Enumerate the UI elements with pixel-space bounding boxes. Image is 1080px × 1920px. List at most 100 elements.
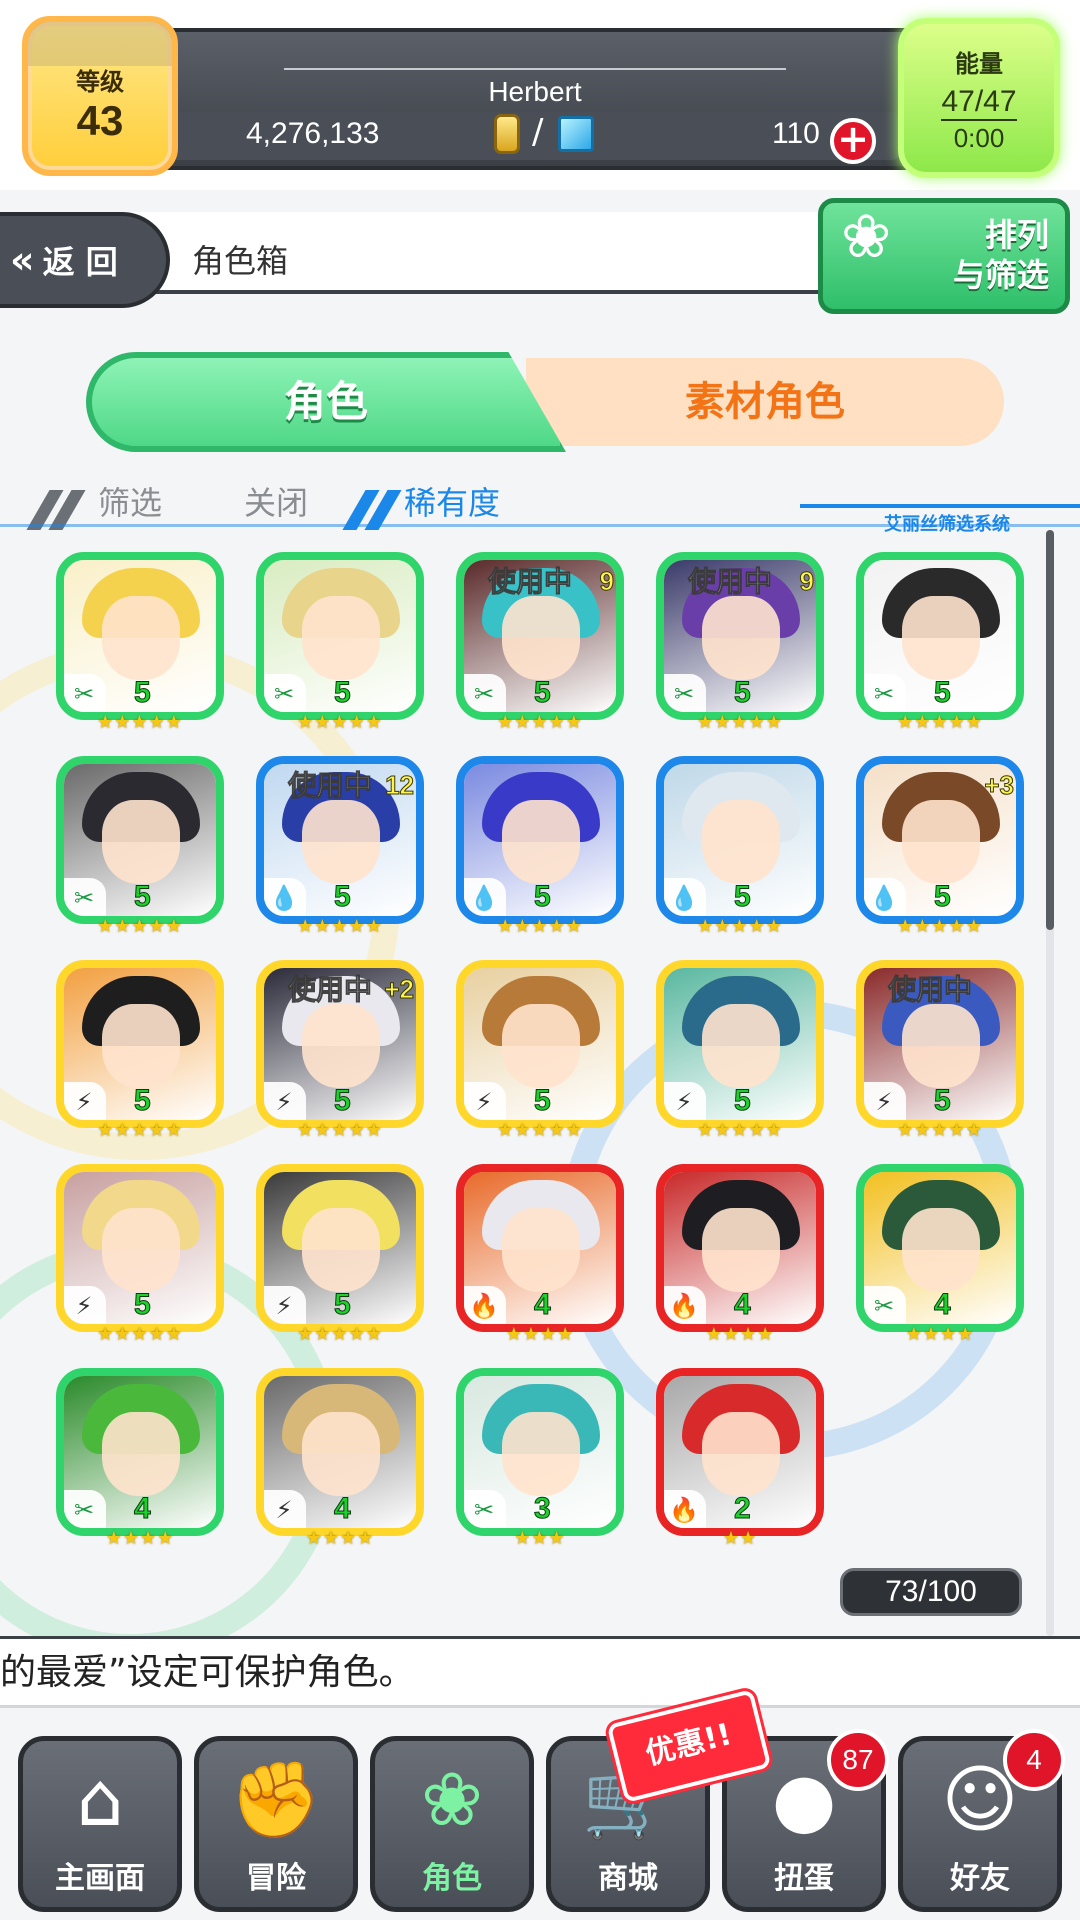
bonus-value: +2 — [384, 974, 415, 1005]
star-rating: ★★★★★ — [497, 712, 583, 733]
character-face — [902, 596, 980, 680]
character-card[interactable]: ⚡ 5 — [656, 960, 824, 1128]
character-card[interactable]: ✂ 5 使用中 9 — [656, 552, 824, 720]
wood-element-icon: ✂ — [864, 674, 906, 712]
character-card[interactable]: 💧 5 — [656, 756, 824, 924]
nav-label: 商城 — [598, 1861, 658, 1896]
star-rating: ★★ — [722, 1528, 758, 1549]
filter-system-label: 艾丽丝筛选系统 — [884, 514, 1010, 535]
tab-material-characters[interactable]: 素材角色 — [526, 358, 1004, 446]
nav-label: 扭蛋 — [774, 1861, 834, 1896]
character-rank: 5 — [934, 676, 952, 710]
star-rating: ★★★★★ — [297, 1120, 383, 1141]
character-rank: 4 — [134, 1492, 152, 1526]
character-card[interactable]: ⚡ 5 — [56, 960, 224, 1128]
character-rank: 5 — [734, 880, 752, 914]
water-element-icon: 💧 — [664, 878, 706, 916]
character-card[interactable]: ✂ 5 使用中 9 — [456, 552, 624, 720]
character-card[interactable]: ✂ 5 — [256, 552, 424, 720]
nav-label: 角色 — [422, 1861, 482, 1896]
star-rating: ★★★★ — [505, 1324, 575, 1345]
character-card[interactable]: ✂ 5 — [56, 552, 224, 720]
buy-gems-button[interactable]: + — [830, 118, 876, 164]
character-card[interactable]: ⚡ 5 — [456, 960, 624, 1128]
character-rank: 5 — [134, 1288, 152, 1322]
wood-element-icon: ✂ — [64, 878, 106, 916]
coin-icon — [494, 114, 520, 154]
character-rank: 5 — [134, 880, 152, 914]
light-element-icon: ⚡ — [464, 1082, 506, 1120]
star-rating: ★★★ — [514, 1528, 566, 1549]
sort-rarity-label[interactable]: 稀有度 — [404, 478, 500, 524]
filter-accent-line — [800, 504, 1080, 508]
light-element-icon: ⚡ — [264, 1286, 306, 1324]
character-face — [902, 1004, 980, 1088]
star-rating: ★★★★★ — [97, 1324, 183, 1345]
star-rating: ★★★★★ — [897, 916, 983, 937]
star-rating: ★★★★★ — [697, 1120, 783, 1141]
character-card[interactable]: 🔥 2 — [656, 1368, 824, 1536]
wood-element-icon: ✂ — [264, 674, 306, 712]
character-card[interactable]: 💧 5 使用中 12 — [256, 756, 424, 924]
nav-friends[interactable]: ☺ 好友 4 — [898, 1729, 1065, 1912]
character-face — [302, 1412, 380, 1496]
bonus-value: 9 — [799, 566, 815, 597]
bunny-icon: ❀ — [420, 1757, 483, 1843]
wood-element-icon: ✂ — [864, 1286, 906, 1324]
character-card[interactable]: ✂ 4 — [56, 1368, 224, 1536]
character-face — [702, 800, 780, 884]
character-rank: 5 — [134, 1084, 152, 1118]
filter-state[interactable]: 关闭 — [244, 478, 308, 524]
nav-bunny[interactable]: ❀ 角色 — [370, 1736, 534, 1912]
bunny-icon: ❀ — [841, 202, 892, 272]
character-face — [302, 1208, 380, 1292]
character-card[interactable]: ✂ 5 — [856, 552, 1024, 720]
character-face — [502, 800, 580, 884]
character-card[interactable]: 🔥 4 — [456, 1164, 624, 1332]
character-card[interactable]: ⚡ 5 — [256, 1164, 424, 1332]
sort-filter-button[interactable]: ❀ 排列 与筛选 — [818, 198, 1070, 314]
light-element-icon: ⚡ — [864, 1082, 906, 1120]
character-card[interactable]: 💧 5 — [456, 756, 624, 924]
character-face — [502, 1208, 580, 1292]
character-face — [702, 596, 780, 680]
character-rank: 4 — [334, 1492, 352, 1526]
handshake-icon: ✊ — [229, 1757, 323, 1843]
page-title: 角色箱 — [192, 242, 289, 280]
energy-value: 47/47 — [941, 85, 1017, 121]
character-card[interactable]: ✂ 3 — [456, 1368, 624, 1536]
character-card[interactable]: ✂ 5 — [56, 756, 224, 924]
character-card[interactable]: ⚡ 5 使用中 +2 — [256, 960, 424, 1128]
gem-count: 110 — [772, 117, 820, 150]
character-rank: 5 — [534, 1084, 552, 1118]
in-use-label: 使用中 — [287, 973, 373, 1007]
double-chevron-left-icon: « — [10, 238, 35, 282]
character-card[interactable]: 💧 5 +3 — [856, 756, 1024, 924]
coin-count: 4,276,133 — [246, 117, 380, 150]
scrollbar-thumb[interactable] — [1046, 530, 1054, 930]
bottom-navigation: ⌂主画面✊冒险❀角色🛒商城●扭蛋87☺好友4 — [0, 1720, 1080, 1920]
wood-element-icon: ✂ — [664, 674, 706, 712]
back-button[interactable]: «返 回 — [0, 212, 170, 308]
star-rating: ★★★★★ — [697, 712, 783, 733]
filter-label[interactable]: 筛选 — [98, 478, 162, 524]
tab-characters[interactable]: 角色 — [86, 352, 566, 452]
star-rating: ★★★★★ — [497, 1120, 583, 1141]
nav-label: 主画面 — [55, 1861, 145, 1896]
energy-badge[interactable]: 能量 47/47 0:00 — [898, 18, 1060, 178]
character-card[interactable]: ⚡ 5 使用中 — [856, 960, 1024, 1128]
character-card[interactable]: 🔥 4 — [656, 1164, 824, 1332]
star-rating: ★★★★★ — [97, 1120, 183, 1141]
bonus-value: +3 — [984, 770, 1015, 801]
notification-badge: 4 — [1003, 1729, 1065, 1791]
energy-timer: 0:00 — [953, 123, 1005, 153]
character-card[interactable]: ⚡ 5 — [56, 1164, 224, 1332]
character-card[interactable]: ✂ 4 — [856, 1164, 1024, 1332]
nav-label: 冒险 — [246, 1861, 306, 1896]
nav-handshake[interactable]: ✊ 冒险 — [194, 1736, 358, 1912]
fire-element-icon: 🔥 — [664, 1490, 706, 1528]
character-rank: 4 — [734, 1288, 752, 1322]
nav-home[interactable]: ⌂ 主画面 — [18, 1736, 182, 1912]
character-rank: 5 — [734, 676, 752, 710]
character-card[interactable]: ⚡ 4 — [256, 1368, 424, 1536]
